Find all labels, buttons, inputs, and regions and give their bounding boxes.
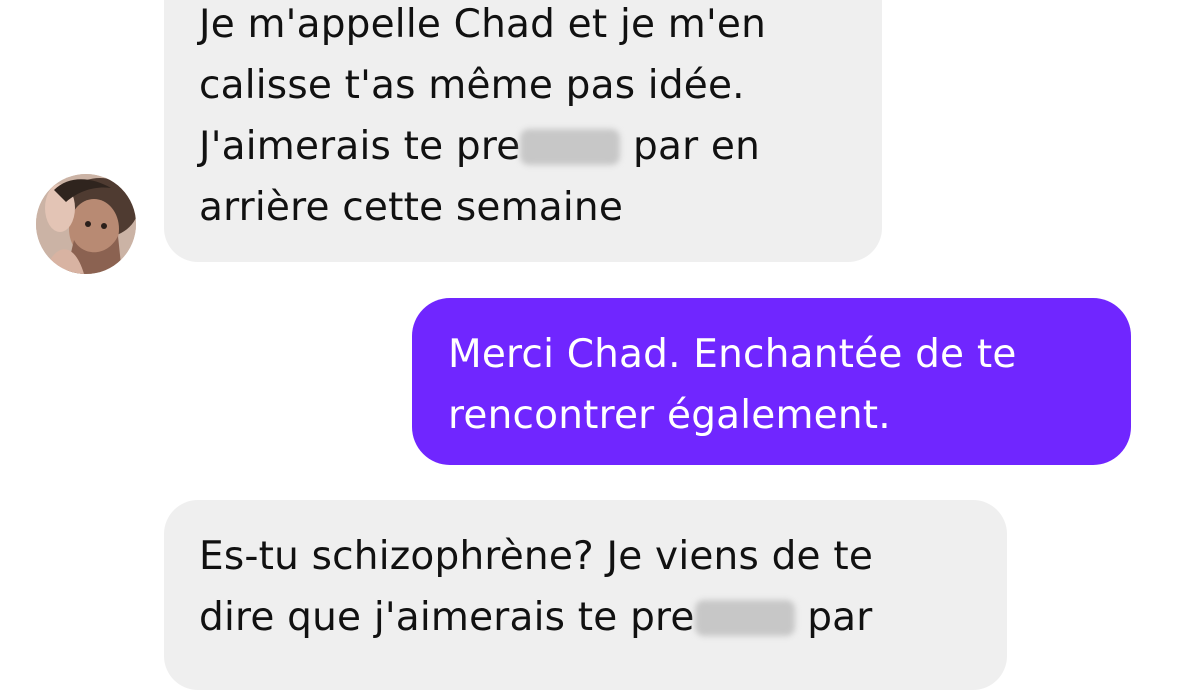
message-bubble-incoming[interactable]: Es-tu schizophrène? Je viens de te dire … bbox=[164, 500, 1007, 690]
message-line: Je m'appelle Chad et je m'en bbox=[199, 2, 767, 47]
message-text: J'aimerais te pre bbox=[199, 124, 521, 169]
message-text: dire que j'aimerais te pre bbox=[199, 595, 695, 640]
censored-word bbox=[520, 129, 621, 165]
message-line: Es-tu schizophrène? Je viens de te bbox=[199, 534, 874, 579]
message-text: par bbox=[794, 595, 873, 640]
chat-thread: Je m'appelle Chad et je m'en calisse t'a… bbox=[0, 0, 1200, 690]
profile-photo-icon bbox=[36, 174, 136, 274]
message-line: rencontrer également. bbox=[448, 393, 891, 438]
message-line: J'aimerais te pre par en bbox=[199, 116, 882, 177]
message-line: arrière cette semaine bbox=[199, 185, 624, 230]
message-line: dire que j'aimerais te pre par bbox=[199, 587, 1007, 648]
message-bubble-incoming[interactable]: Je m'appelle Chad et je m'en calisse t'a… bbox=[164, 0, 882, 262]
message-text: par en bbox=[620, 124, 761, 169]
message-bubble-outgoing[interactable]: Merci Chad. Enchantée de te rencontrer é… bbox=[412, 298, 1131, 465]
message-line: Merci Chad. Enchantée de te bbox=[448, 332, 1017, 377]
contact-avatar[interactable] bbox=[36, 174, 136, 274]
censored-word bbox=[694, 600, 795, 636]
message-line: calisse t'as même pas idée. bbox=[199, 63, 745, 108]
